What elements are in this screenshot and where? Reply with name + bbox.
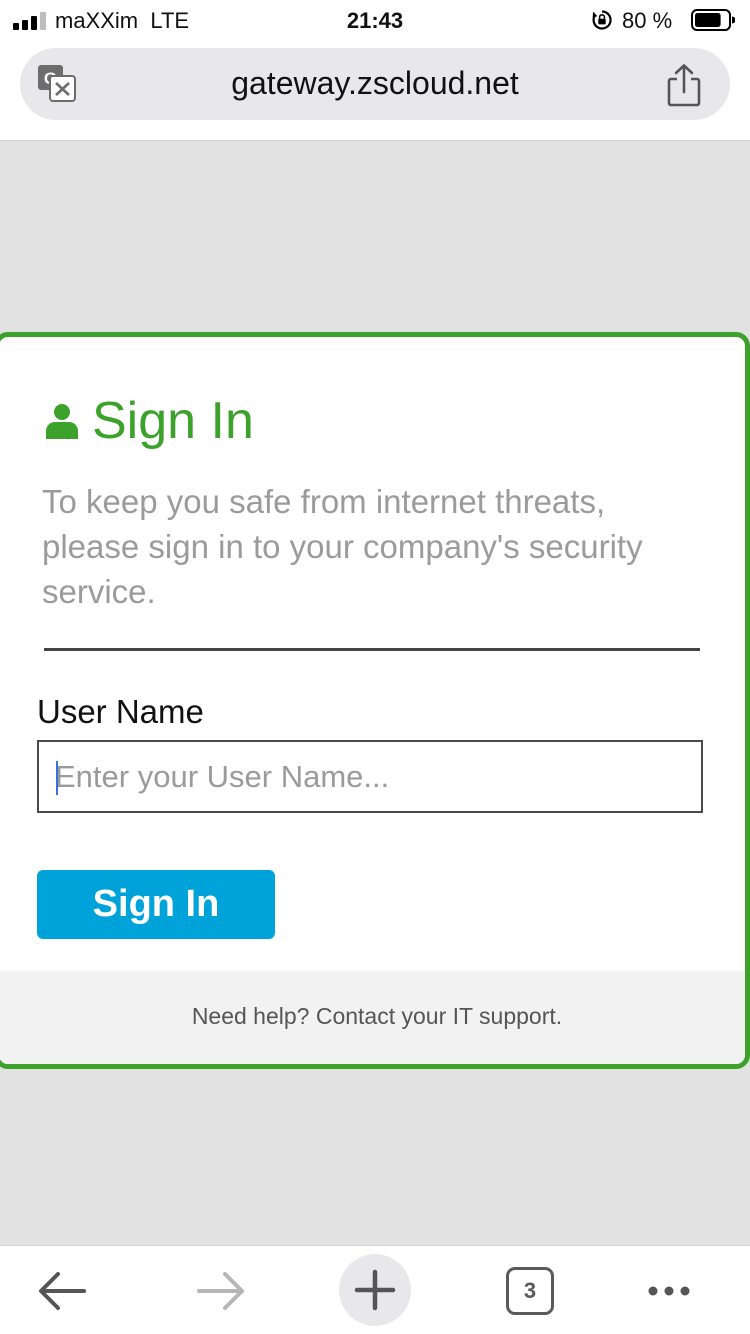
back-button[interactable] (27, 1259, 99, 1323)
signin-card: Sign In To keep you safe from internet t… (0, 332, 750, 1069)
tabs-icon: 3 (506, 1267, 554, 1315)
battery-percent: 80 % (622, 8, 673, 33)
page-title: Sign In (92, 392, 254, 450)
url-text: gateway.zscloud.net (231, 65, 519, 101)
divider (44, 648, 700, 651)
username-label: User Name (37, 693, 204, 730)
user-icon (46, 404, 78, 439)
plus-icon (354, 1269, 396, 1311)
browser-address-bar: G gateway.zscloud.net (0, 40, 750, 141)
username-input[interactable] (37, 740, 703, 813)
tabs-button[interactable]: 3 (494, 1259, 566, 1323)
more-button[interactable] (635, 1259, 707, 1323)
forward-button[interactable] (184, 1259, 256, 1323)
share-icon[interactable] (665, 63, 703, 107)
help-text: Need help? Contact your IT support. (191, 1003, 563, 1029)
forward-arrow-icon (197, 1272, 244, 1310)
signin-button[interactable]: Sign In (37, 870, 275, 939)
card-footer: Need help? Contact your IT support. (0, 971, 745, 1064)
more-dots-icon (648, 1286, 690, 1296)
signin-header: Sign In (42, 391, 254, 451)
text-cursor (56, 761, 58, 795)
url-field[interactable]: G gateway.zscloud.net (20, 48, 730, 120)
status-bar: maXXim LTE 21:43 80 % (0, 0, 750, 40)
orientation-lock-icon (592, 10, 612, 30)
back-arrow-icon (39, 1272, 86, 1310)
browser-toolbar: 3 (0, 1245, 750, 1334)
battery-icon (691, 9, 735, 31)
intro-text: To keep you safe from internet threats, … (42, 483, 643, 610)
new-tab-button[interactable] (339, 1254, 411, 1326)
